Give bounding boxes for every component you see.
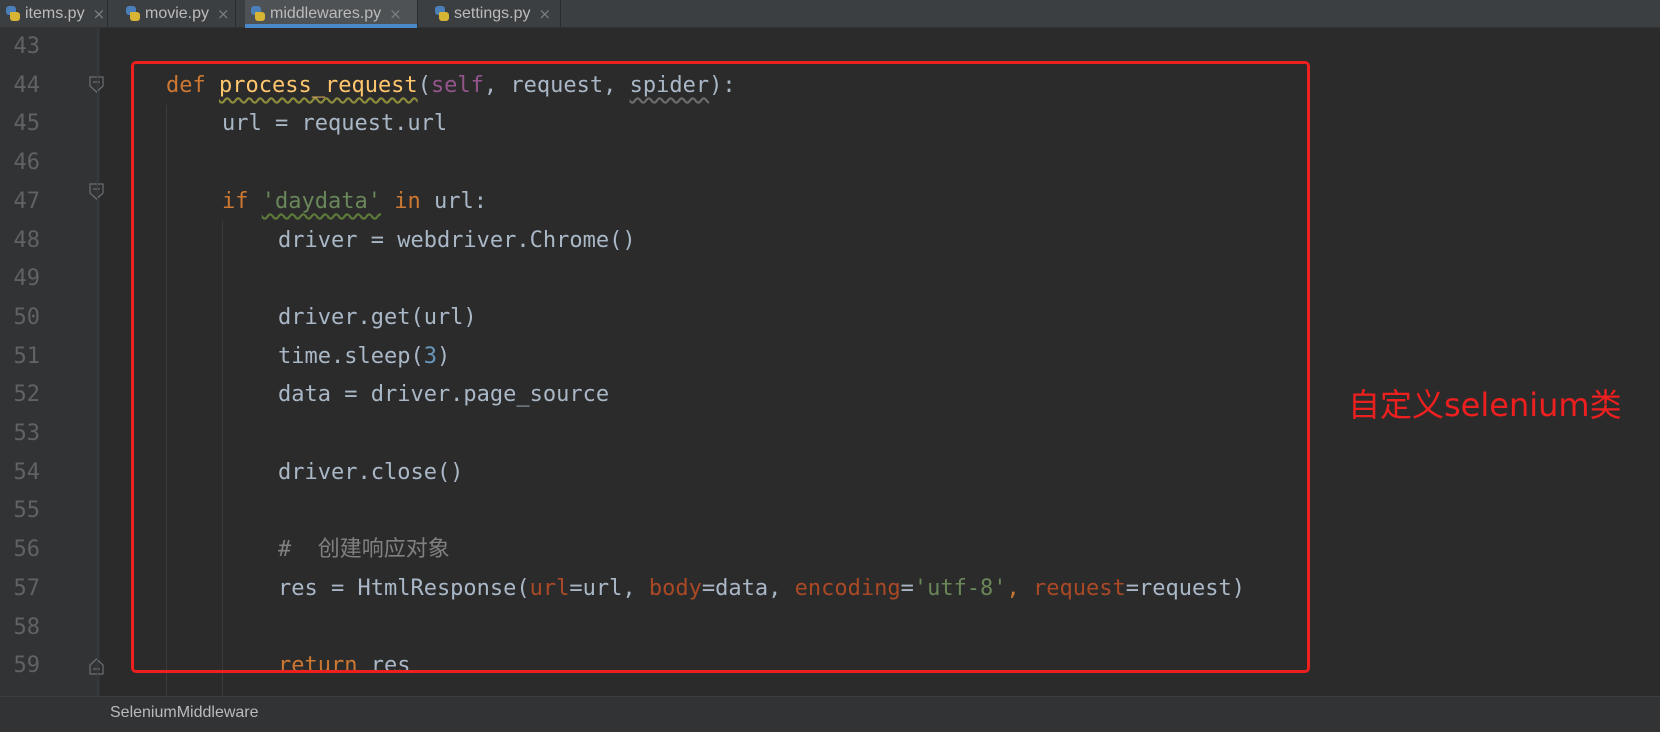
- annotation-label: 自定义selenium类: [1348, 386, 1622, 424]
- code-token: time.sleep(: [278, 343, 424, 369]
- code-token: ): [436, 343, 451, 369]
- breadcrumb[interactable]: SeleniumMiddleware: [110, 704, 259, 722]
- keyword: def: [166, 72, 206, 98]
- gutter-divider: [97, 28, 98, 696]
- keyword-argument: body: [648, 575, 702, 601]
- keyword-argument: encoding: [794, 575, 901, 601]
- close-icon[interactable]: ×: [93, 5, 106, 23]
- self-param: self: [430, 72, 484, 98]
- line-number: 59: [13, 653, 41, 679]
- code-line-51: time.sleep(3): [278, 338, 450, 377]
- line-number: 57: [13, 575, 41, 601]
- python-file-icon: [4, 5, 21, 22]
- line-number-gutter: 43 44 45 46 47 48 49 50 51 52 53 54 55 5…: [0, 28, 104, 696]
- code-token: ):: [709, 72, 736, 98]
- line-number: 49: [13, 266, 41, 292]
- string-literal: 'daydata': [261, 188, 381, 214]
- code-token: =: [900, 575, 914, 601]
- code-token: (: [417, 72, 431, 98]
- tab-label: settings.py: [454, 4, 531, 22]
- function-name: process_request: [219, 72, 418, 98]
- code-line-45: url = request.url: [222, 111, 448, 137]
- python-file-icon: [124, 5, 141, 22]
- indent-guide: [222, 221, 223, 696]
- code-token: url:: [420, 188, 487, 214]
- line-number: 53: [13, 421, 41, 446]
- python-file-icon: [433, 5, 450, 22]
- code-comment: # 创建响应对象: [278, 537, 450, 563]
- close-icon[interactable]: ×: [217, 5, 230, 23]
- code-token: res = HtmlResponse(: [278, 575, 530, 601]
- code-line-44: def process_request(self, request, spide…: [166, 67, 736, 106]
- line-number: 46: [13, 150, 41, 176]
- code-token: =data,: [701, 575, 795, 601]
- tab-middlewares-py[interactable]: middlewares.py ×: [245, 0, 418, 28]
- unused-param: spider: [629, 72, 710, 98]
- code-line-59: return res: [278, 647, 410, 686]
- code-line-47: if 'daydata' in url:: [222, 183, 487, 222]
- number-literal: 3: [423, 343, 437, 369]
- editor-tab-bar: items.py × movie.py × middlewares.py × s…: [0, 0, 1660, 28]
- line-number: 48: [13, 227, 41, 253]
- code-line-50: driver.get(url): [278, 304, 477, 330]
- code-line-48: driver = webdriver.Chrome(): [278, 227, 636, 253]
- line-number: 55: [13, 498, 41, 524]
- code-line-57: res = HtmlResponse(url=url, body=data, e…: [278, 570, 1245, 609]
- python-file-icon: [249, 5, 266, 22]
- tab-items-py[interactable]: items.py ×: [0, 0, 108, 27]
- tab-label: items.py: [25, 4, 85, 22]
- line-number: 54: [13, 459, 41, 485]
- keyword-argument: url: [529, 575, 570, 601]
- tab-movie-py[interactable]: movie.py ×: [120, 0, 236, 27]
- code-line-52: data = driver.page_source: [278, 382, 610, 408]
- keyword-argument: request: [1033, 575, 1126, 601]
- line-number: 58: [13, 614, 41, 640]
- code-token: =request): [1125, 575, 1245, 601]
- line-number: 43: [13, 34, 41, 59]
- close-icon[interactable]: ×: [389, 5, 402, 23]
- keyword: in: [394, 188, 421, 214]
- indent-guide: [166, 105, 167, 696]
- code-token: =url,: [569, 575, 649, 601]
- line-number: 50: [13, 304, 41, 330]
- code-token: , request,: [483, 72, 630, 98]
- ide-editor-window: items.py × movie.py × middlewares.py × s…: [0, 0, 1660, 732]
- code-token: res: [357, 653, 411, 679]
- line-number: 51: [13, 343, 41, 369]
- close-icon[interactable]: ×: [538, 5, 551, 23]
- code-token: ,: [1006, 575, 1034, 601]
- tab-label: movie.py: [145, 4, 210, 22]
- line-number: 45: [13, 111, 41, 137]
- keyword: if: [222, 188, 249, 214]
- line-number: 56: [13, 537, 41, 563]
- tab-settings-py[interactable]: settings.py ×: [429, 0, 561, 27]
- line-number: 52: [13, 382, 41, 408]
- string-literal: 'utf-8': [913, 575, 1007, 601]
- keyword: return: [278, 653, 358, 679]
- line-number: 44: [13, 72, 41, 98]
- breadcrumb-bar: SeleniumMiddleware: [0, 696, 1660, 732]
- code-line-54: driver.close(): [278, 459, 464, 485]
- tab-label: middlewares.py: [270, 4, 382, 22]
- line-number: 47: [13, 188, 41, 214]
- code-editor[interactable]: def process_request(self, request, spide…: [100, 28, 1660, 696]
